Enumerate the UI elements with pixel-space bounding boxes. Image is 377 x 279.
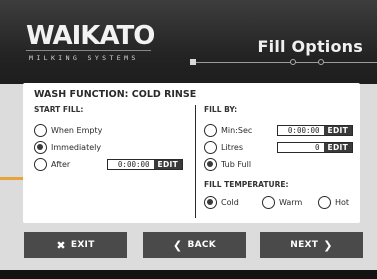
cold-label: Cold (221, 198, 239, 207)
bottom-strip (0, 270, 377, 279)
radio-when-empty[interactable] (34, 124, 47, 137)
radio-litres[interactable] (204, 141, 217, 154)
after-time-value: 0:00:00 (117, 160, 150, 169)
next-button[interactable]: NEXT ❯ (260, 232, 363, 258)
fill-by-minsec[interactable]: Min:Sec (204, 124, 252, 137)
radio-tub-full[interactable] (204, 158, 217, 171)
hot-label: Hot (335, 198, 350, 207)
start-fill-when-empty[interactable]: When Empty (34, 124, 102, 137)
radio-cold[interactable] (204, 196, 217, 209)
after-label: After (51, 160, 71, 169)
when-empty-label: When Empty (51, 126, 103, 135)
progress-dot (290, 59, 296, 65)
fill-by-tub-full[interactable]: Tub Full (204, 158, 251, 171)
header-progress-track (192, 62, 377, 63)
exit-button[interactable]: ✖ EXIT (24, 232, 127, 258)
minsec-value: 0:00:00 (287, 126, 320, 135)
fill-options-screen: WAIKATO MILKING SYSTEMS Fill Options WAS… (0, 0, 377, 279)
fill-by-litres[interactable]: Litres (204, 141, 243, 154)
chevron-left-icon: ❮ (172, 238, 183, 252)
logo-divider (26, 50, 151, 51)
after-edit-button[interactable]: EDIT (153, 160, 182, 169)
radio-warm[interactable] (262, 196, 275, 209)
start-fill-immediately[interactable]: Immediately (34, 141, 101, 154)
after-time-field[interactable]: 0:00:00 EDIT (107, 159, 183, 170)
progress-marker (190, 59, 196, 65)
start-fill-heading: START FILL: (34, 105, 84, 114)
minsec-label: Min:Sec (221, 126, 253, 135)
column-divider (195, 105, 196, 218)
fill-temperature-heading: FILL TEMPERATURE: (204, 180, 289, 189)
logo-tagline: MILKING SYSTEMS (29, 54, 139, 62)
temperature-warm[interactable]: Warm (262, 196, 302, 209)
exit-label: EXIT (70, 240, 95, 250)
waikato-logo: WAIKATO (26, 21, 155, 51)
next-label: NEXT (290, 240, 319, 250)
fill-by-heading: FILL BY: (204, 105, 238, 114)
radio-immediately[interactable] (34, 141, 47, 154)
close-x-icon: ✖ (56, 238, 66, 252)
temperature-cold[interactable]: Cold (204, 196, 239, 209)
temperature-hot[interactable]: Hot (318, 196, 349, 209)
header-bar: WAIKATO MILKING SYSTEMS Fill Options (0, 0, 377, 84)
warm-label: Warm (279, 198, 303, 207)
litres-field[interactable]: 0 EDIT (277, 142, 353, 153)
back-label: BACK (187, 240, 217, 250)
radio-after[interactable] (34, 158, 47, 171)
wash-settings-panel: WASH FUNCTION: COLD RINSE START FILL: Wh… (23, 83, 360, 223)
minsec-field[interactable]: 0:00:00 EDIT (277, 125, 353, 136)
start-fill-after[interactable]: After (34, 158, 70, 171)
page-title: Fill Options (257, 37, 363, 56)
minsec-edit-button[interactable]: EDIT (323, 126, 352, 135)
litres-edit-button[interactable]: EDIT (323, 143, 352, 152)
progress-dot (318, 59, 324, 65)
chevron-right-icon: ❯ (323, 238, 333, 252)
back-button[interactable]: ❮ BACK (143, 232, 246, 258)
wash-function-title: WASH FUNCTION: COLD RINSE (34, 89, 197, 100)
litres-label: Litres (221, 143, 244, 152)
tub-full-label: Tub Full (221, 160, 252, 169)
immediately-label: Immediately (51, 143, 102, 152)
side-accent (0, 177, 23, 180)
radio-hot[interactable] (318, 196, 331, 209)
litres-value: 0 (315, 143, 320, 152)
radio-minsec[interactable] (204, 124, 217, 137)
